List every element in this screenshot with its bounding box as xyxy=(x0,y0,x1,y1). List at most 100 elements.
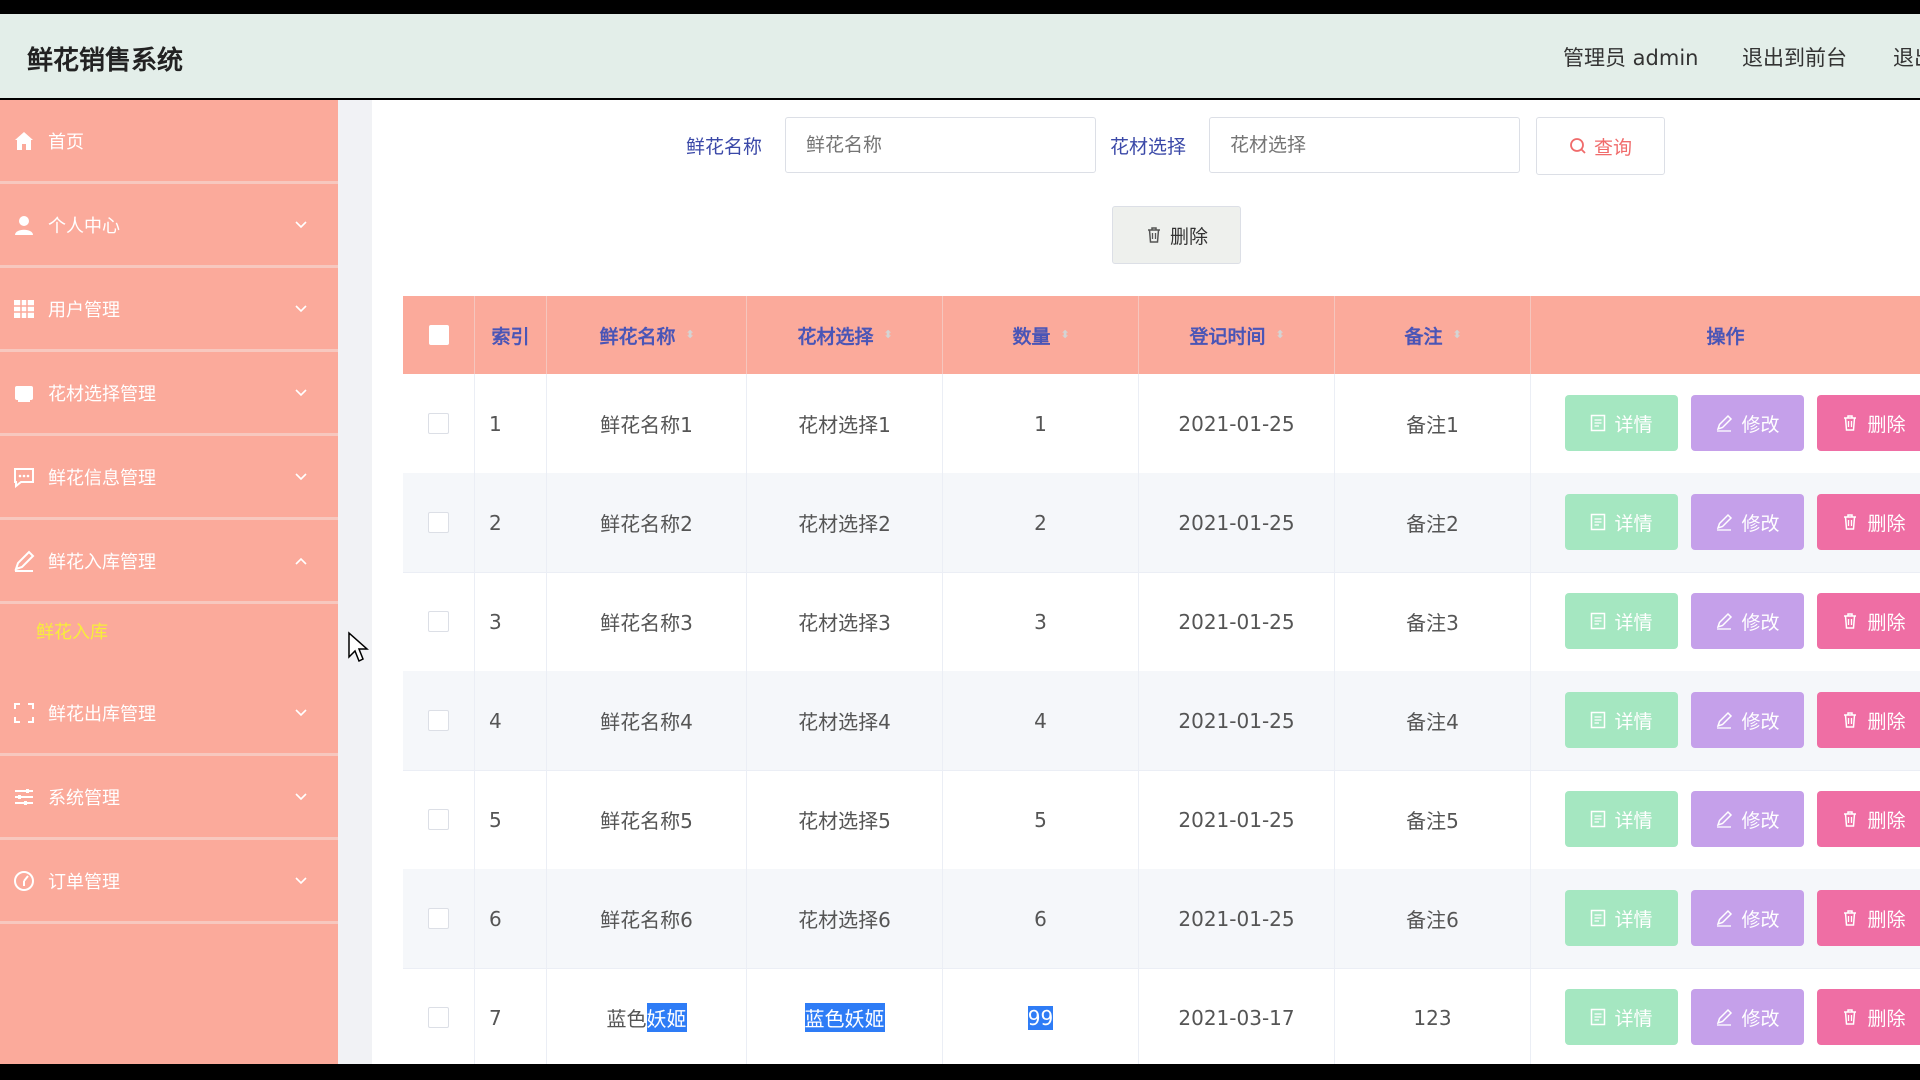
bottom-bar xyxy=(0,1064,1920,1080)
detail-button[interactable]: 详情 xyxy=(1565,494,1678,550)
select-all-cell xyxy=(403,296,475,374)
sidebar-item-home[interactable]: 首页 xyxy=(0,100,338,184)
edit-button-label: 修改 xyxy=(1741,908,1780,931)
select-all-checkbox[interactable] xyxy=(428,325,449,345)
sliders-icon xyxy=(15,788,33,805)
delete-button[interactable]: 删除 xyxy=(1817,989,1920,1045)
delete-button[interactable]: 删除 xyxy=(1817,395,1920,451)
edit-button[interactable]: 修改 xyxy=(1691,395,1804,451)
batch-delete-button[interactable]: 删除 xyxy=(1112,206,1241,264)
sort-icon[interactable]: ⬍ xyxy=(1061,329,1070,340)
row-qty: 6 xyxy=(1034,906,1047,931)
document-icon xyxy=(1591,513,1606,531)
cell-index: 3 xyxy=(475,572,547,671)
chevron-down-icon xyxy=(295,472,307,480)
sidebar-item-flower-info[interactable]: 鲜花信息管理 xyxy=(0,436,338,520)
material-search-input[interactable] xyxy=(1209,117,1520,173)
detail-button[interactable]: 详情 xyxy=(1565,989,1678,1045)
sort-icon[interactable]: ⬍ xyxy=(1276,329,1285,340)
delete-button[interactable]: 删除 xyxy=(1817,890,1920,946)
delete-button[interactable]: 删除 xyxy=(1817,494,1920,550)
edit-button-label: 修改 xyxy=(1741,1007,1780,1030)
material-search-label: 花材选择 xyxy=(1110,136,1187,158)
row-checkbox[interactable] xyxy=(428,1007,449,1028)
sidebar-item-users[interactable]: 用户管理 xyxy=(0,268,338,352)
delete-button[interactable]: 删除 xyxy=(1817,791,1920,847)
sidebar-item-material[interactable]: 花材选择管理 xyxy=(0,352,338,436)
sidebar-item-stock-out[interactable]: 鲜花出库管理 xyxy=(0,672,338,756)
edit-button-label: 修改 xyxy=(1741,710,1780,733)
cell-name: 鲜花名称1 xyxy=(547,374,747,473)
col-qty[interactable]: 数量 ⬍ xyxy=(943,296,1139,374)
edit-button-label: 修改 xyxy=(1741,413,1780,436)
cell-index: 1 xyxy=(475,374,547,473)
cell-check xyxy=(403,374,475,473)
detail-button-label: 详情 xyxy=(1614,611,1653,634)
edit-button[interactable]: 修改 xyxy=(1691,494,1804,550)
table-row: 4 鲜花名称4 花材选择4 4 2021-01-25 备注4 详情 修改 删除 xyxy=(403,671,1920,771)
row-name: 鲜花名称3 xyxy=(600,611,693,635)
sidebar-item-orders[interactable]: 订单管理 xyxy=(0,840,338,924)
cell-date: 2021-01-25 xyxy=(1139,473,1335,572)
row-index: 2 xyxy=(489,510,502,535)
row-checkbox[interactable] xyxy=(428,611,449,632)
row-checkbox[interactable] xyxy=(428,710,449,731)
detail-button-label: 详情 xyxy=(1614,512,1653,535)
edit-button[interactable]: 修改 xyxy=(1691,989,1804,1045)
delete-button[interactable]: 删除 xyxy=(1817,593,1920,649)
row-checkbox[interactable] xyxy=(428,413,449,434)
top-bar: 鲜花销售系统 管理员 admin 退出到前台 退出登录 xyxy=(0,14,1920,98)
document-icon xyxy=(1591,414,1606,432)
sidebar-item-stock-in[interactable]: 鲜花入库管理 xyxy=(0,520,338,604)
row-index: 1 xyxy=(489,411,502,436)
delete-button-label: 删除 xyxy=(1867,809,1906,832)
cell-index: 5 xyxy=(475,770,547,869)
detail-button[interactable]: 详情 xyxy=(1565,692,1678,748)
row-checkbox[interactable] xyxy=(428,512,449,533)
col-note[interactable]: 备注 ⬍ xyxy=(1335,296,1531,374)
edit-button[interactable]: 修改 xyxy=(1691,692,1804,748)
sidebar-item-label: 鲜花信息管理 xyxy=(48,467,156,489)
detail-button[interactable]: 详情 xyxy=(1565,890,1678,946)
detail-button[interactable]: 详情 xyxy=(1565,791,1678,847)
logout-link[interactable]: 退出登录 xyxy=(1893,42,1920,72)
row-checkbox[interactable] xyxy=(428,908,449,929)
query-button[interactable]: 查询 xyxy=(1536,117,1665,175)
sort-icon[interactable]: ⬍ xyxy=(1453,329,1462,340)
sidebar-item-system[interactable]: 系统管理 xyxy=(0,756,338,840)
row-checkbox[interactable] xyxy=(428,809,449,830)
detail-button[interactable]: 详情 xyxy=(1565,593,1678,649)
col-name[interactable]: 鲜花名称 ⬍ xyxy=(547,296,747,374)
row-date: 2021-01-25 xyxy=(1178,510,1295,535)
row-date: 2021-01-25 xyxy=(1178,906,1295,931)
sort-icon[interactable]: ⬍ xyxy=(884,329,893,340)
delete-button-label: 删除 xyxy=(1867,1007,1906,1030)
edit-button-label: 修改 xyxy=(1741,512,1780,535)
document-icon xyxy=(1591,810,1606,828)
search-icon xyxy=(1570,138,1586,154)
cell-index: 7 xyxy=(475,968,547,1067)
sort-icon[interactable]: ⬍ xyxy=(686,329,695,340)
document-icon xyxy=(1591,1008,1606,1026)
detail-button[interactable]: 详情 xyxy=(1565,395,1678,451)
table-row: 6 鲜花名称6 花材选择6 6 2021-01-25 备注6 详情 修改 删除 xyxy=(403,869,1920,969)
delete-button[interactable]: 删除 xyxy=(1817,692,1920,748)
cell-name: 鲜花名称5 xyxy=(547,770,747,869)
exit-to-front-link[interactable]: 退出到前台 xyxy=(1742,42,1847,72)
edit-button[interactable]: 修改 xyxy=(1691,791,1804,847)
cell-index: 2 xyxy=(475,473,547,572)
pen-icon xyxy=(14,550,35,572)
edit-icon xyxy=(1717,414,1733,432)
edit-button[interactable]: 修改 xyxy=(1691,890,1804,946)
clock-icon xyxy=(14,870,34,891)
sidebar-item-personal[interactable]: 个人中心 xyxy=(0,184,338,268)
detail-button-label: 详情 xyxy=(1614,710,1653,733)
col-material[interactable]: 花材选择 ⬍ xyxy=(747,296,943,374)
col-date[interactable]: 登记时间 ⬍ xyxy=(1139,296,1335,374)
edit-button[interactable]: 修改 xyxy=(1691,593,1804,649)
name-search-input[interactable] xyxy=(785,117,1096,173)
sidebar-item-label: 用户管理 xyxy=(48,299,120,321)
submenu-item-stock-in[interactable]: 鲜花入库 xyxy=(36,618,108,644)
row-note: 备注3 xyxy=(1406,611,1459,635)
sidebar-item-label: 系统管理 xyxy=(48,787,120,809)
